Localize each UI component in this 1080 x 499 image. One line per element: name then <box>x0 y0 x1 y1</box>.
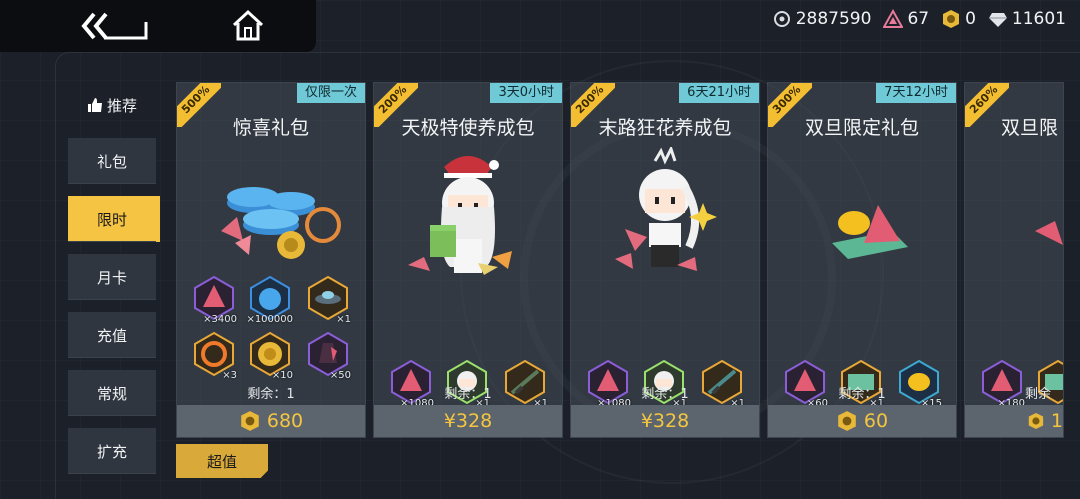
back-arrow-icon <box>81 12 148 40</box>
reward-item[interactable]: ×100000 <box>246 275 293 325</box>
pack-card-holiday[interactable]: 300% 7天12小时 双旦限定礼包 ×60 ×1 ×15 剩余：1 60 <box>767 82 957 438</box>
sidebar-item-label: 充值 <box>96 326 127 345</box>
remaining-count: 剩余：1 <box>444 387 492 402</box>
remaining-count: 剩余：1 <box>247 387 295 402</box>
currency-value: 2887590 <box>795 9 872 29</box>
reward-item[interactable]: ×50 <box>305 331 351 381</box>
pack-title: 末路狂花养成包 <box>598 117 732 139</box>
sidebar-item-label: 推荐 <box>106 96 137 115</box>
reward-item[interactable]: ×3 <box>191 331 237 381</box>
diamond-icon <box>988 13 1007 27</box>
sidebar-item-packs[interactable]: 礼包 <box>68 138 156 184</box>
reward-item[interactable]: ×180 <box>979 359 1025 409</box>
price-button[interactable]: 60 <box>768 405 956 437</box>
sidebar-item-label: 限时 <box>96 210 127 229</box>
gold-chip-icon <box>241 411 259 431</box>
remaining-count: 剩余 <box>1025 387 1052 402</box>
price-label: 60 <box>863 410 889 432</box>
currency-value: 11601 <box>1011 9 1066 29</box>
home-button[interactable] <box>230 8 266 44</box>
super-value-button[interactable]: 超值 <box>176 444 268 478</box>
currency-credits[interactable]: 2887590 <box>772 9 872 29</box>
sidebar-item-label: 月卡 <box>96 268 127 287</box>
pack-title: 双旦限 <box>1001 117 1059 139</box>
sidebar-item-limited[interactable]: 限时 <box>68 196 160 242</box>
price-button[interactable]: ¥328 <box>374 405 562 437</box>
reward-count: ×3400 <box>203 314 237 325</box>
currency-value: 0 <box>965 9 976 29</box>
sidebar-item-regular[interactable]: 常规 <box>68 370 156 416</box>
limit-tag: 7天12小时 <box>876 83 956 103</box>
gold-chip-icon <box>943 10 960 28</box>
gold-chip-icon <box>838 411 856 431</box>
reward-item[interactable]: ×1 <box>305 275 351 325</box>
sidebar-item-label: 常规 <box>96 384 127 403</box>
sidebar-item-monthly-card[interactable]: 月卡 <box>68 254 156 300</box>
reward-count: ×50 <box>329 370 351 381</box>
sidebar-item-recommend[interactable]: 推荐 <box>68 82 156 128</box>
pack-title: 双旦限定礼包 <box>804 117 919 139</box>
credit-icon <box>773 11 790 27</box>
sidebar-item-topup[interactable]: 充值 <box>68 312 156 358</box>
sidebar-item-expand[interactable]: 扩充 <box>68 428 156 474</box>
pack-art-items <box>832 205 908 259</box>
limit-tag: 仅限一次 <box>296 83 365 103</box>
pack-card-envoy[interactable]: 200% 3天0小时 天极特使养成包 ×1080 ×1 ×1 剩余：1 ¥328 <box>373 82 563 438</box>
triangle-crystal-icon <box>883 9 904 28</box>
pack-card-wildflower[interactable]: 200% 6天21小时 末路狂花养成包 ×1080 ×1 ×1 剩余：1 ¥32… <box>570 82 760 438</box>
thumbs-up-icon <box>87 98 102 112</box>
pack-title: 天极特使养成包 <box>401 117 535 139</box>
sidebar-item-label: 扩充 <box>96 442 127 461</box>
reward-count: ×100000 <box>246 314 293 325</box>
currency-bar: 2887590 67 0 11601 <box>764 6 1066 32</box>
remaining-count: 剩余：1 <box>838 387 886 402</box>
pack-art-character <box>408 156 512 275</box>
reward-count: ×10 <box>271 370 293 381</box>
reward-item[interactable]: ×3400 <box>191 275 237 325</box>
price-button[interactable]: ¥328 <box>571 405 759 437</box>
price-button[interactable]: 1 <box>965 405 1063 437</box>
price-button[interactable]: 680 <box>177 405 365 437</box>
currency-chips[interactable]: 0 <box>941 9 976 29</box>
reward-count: ×1 <box>336 314 351 325</box>
pack-card-holiday-2[interactable]: 260% 双旦限 ×180 剩余 1 <box>964 82 1064 438</box>
limit-tag: 6天21小时 <box>679 83 759 103</box>
limit-tag: 3天0小时 <box>490 83 562 103</box>
currency-diamonds[interactable]: 11601 <box>988 9 1066 29</box>
pack-art-items <box>1035 221 1063 245</box>
home-icon <box>232 9 264 41</box>
remaining-count: 剩余：1 <box>641 387 689 402</box>
price-label: ¥328 <box>640 410 690 432</box>
reward-count: ×3 <box>222 370 237 381</box>
currency-crystals[interactable]: 67 <box>883 9 929 29</box>
price-label: 680 <box>266 410 304 432</box>
top-nav-bar <box>0 0 316 52</box>
pack-art-character <box>615 147 717 271</box>
pack-title: 惊喜礼包 <box>232 117 309 139</box>
gold-chip-icon <box>1028 412 1044 430</box>
back-button[interactable] <box>80 10 152 42</box>
sidebar-item-label: 礼包 <box>96 152 127 171</box>
reward-items: ×3400 ×100000 ×1 ×3 ×10 ×50 <box>189 275 359 381</box>
currency-value: 67 <box>907 9 930 29</box>
price-label: ¥328 <box>443 410 493 432</box>
pack-card-surprise[interactable]: 500% 仅限一次 惊喜礼包 ×3400 ×100000 ×1 ×3 ×10 ×… <box>176 82 366 438</box>
price-label: 1 <box>1050 410 1063 432</box>
reward-item[interactable]: ×10 <box>247 331 293 381</box>
